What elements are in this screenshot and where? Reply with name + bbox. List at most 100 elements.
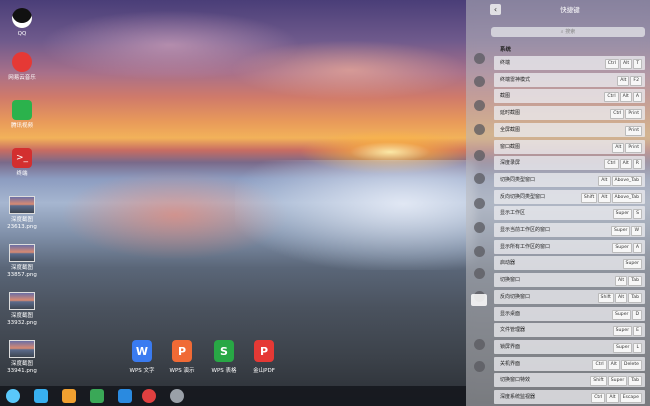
shortcut-keys[interactable]: Super: [622, 259, 642, 270]
account-icon[interactable]: [474, 53, 485, 64]
settings-icon[interactable]: [170, 389, 184, 403]
key-cap: Alt: [617, 75, 630, 86]
key-cap: Ctrl: [591, 393, 606, 403]
shortcut-keys[interactable]: Super L: [612, 342, 642, 353]
desktop-icon[interactable]: 深度截图 33941.png: [2, 340, 42, 375]
shortcut-keys[interactable]: Super D: [611, 309, 642, 320]
shortcut-row[interactable]: 深度录屏 Ctrl Alt R: [494, 156, 645, 171]
desktop-icon-label: 终端: [16, 171, 28, 177]
shortcut-name: 锁屏界面: [500, 343, 521, 350]
personalization-icon[interactable]: [474, 150, 485, 161]
app-store-icon[interactable]: [62, 389, 76, 403]
shortcut-name: 反向切换同类型窗口: [500, 193, 546, 200]
key-cap: Super: [612, 342, 633, 353]
desktop-file-icon[interactable]: W WPS 文字: [122, 340, 162, 374]
section-title: 系统: [500, 47, 512, 53]
search-input[interactable]: ⌕ 搜索: [491, 27, 645, 37]
shortcut-row[interactable]: 终端雷神模式 Alt F2: [494, 72, 645, 87]
shortcut-row[interactable]: 切换窗口 Alt Tab: [494, 273, 645, 288]
shortcut-keys[interactable]: Ctrl Alt T: [604, 59, 642, 69]
desktop-icon[interactable]: 深度截图 33857.png: [2, 244, 42, 279]
default-apps-icon[interactable]: [474, 124, 485, 135]
shortcut-keys[interactable]: Ctrl Alt A: [604, 92, 642, 103]
keyboard-icon[interactable]: [471, 294, 487, 306]
key-cap: Print: [625, 142, 642, 153]
network-icon[interactable]: [474, 173, 485, 184]
shortcut-name: 启动器: [500, 260, 516, 267]
shortcut-row[interactable]: 截图 Ctrl Alt A: [494, 89, 645, 104]
shortcut-row[interactable]: 关机界面 Ctrl Alt Delete: [494, 356, 645, 371]
panel-title: 快捷键: [560, 6, 580, 14]
music-icon[interactable]: [90, 389, 104, 403]
key-cap: Shift: [580, 192, 598, 203]
shortcut-keys[interactable]: Shift Super Tab: [590, 376, 642, 387]
desktop-icon[interactable]: 网易云音乐: [2, 52, 42, 82]
shortcut-row[interactable]: 反向切换窗口 Shift Alt Tab: [494, 289, 645, 304]
shortcut-name: 反向切换窗口: [500, 293, 531, 300]
cloud-icon[interactable]: [474, 76, 485, 87]
shortcut-keys[interactable]: Super E: [612, 326, 642, 337]
datetime-icon[interactable]: [474, 222, 485, 233]
launcher-icon[interactable]: [6, 389, 20, 403]
shortcut-keys[interactable]: Shift Alt Tab: [597, 292, 642, 303]
info-icon[interactable]: [474, 339, 485, 350]
shortcut-keys[interactable]: Alt Print: [612, 142, 642, 153]
shortcut-row[interactable]: 切换窗口特效 Shift Super Tab: [494, 373, 645, 388]
display-icon[interactable]: [474, 100, 485, 111]
shortcut-row[interactable]: 启动器 Super: [494, 256, 645, 271]
shortcut-row[interactable]: 深度系统监视器 Ctrl Alt Escape: [494, 390, 645, 404]
shortcut-keys[interactable]: Super S: [612, 209, 642, 220]
shortcut-row[interactable]: 文件管理器 Super E: [494, 323, 645, 338]
shortcut-keys[interactable]: Alt Tab: [614, 276, 642, 287]
desktop-file-icon[interactable]: S WPS 表格: [204, 340, 244, 374]
power-icon[interactable]: [474, 246, 485, 257]
desktop-icon[interactable]: 深度截图 23613.png: [2, 196, 42, 231]
key-cap: Super: [622, 259, 642, 270]
desktop-file-icon[interactable]: P WPS 演示: [162, 340, 202, 374]
key-cap: Shift: [597, 292, 614, 303]
shortcut-keys[interactable]: Super W: [610, 226, 642, 236]
back-button[interactable]: ‹: [490, 4, 501, 15]
shortcut-keys[interactable]: Alt F2: [617, 75, 642, 86]
sound-icon[interactable]: [474, 198, 485, 209]
key-cap: Ctrl: [610, 109, 625, 120]
shortcut-keys[interactable]: Alt Above_Tab: [598, 175, 642, 186]
video-icon[interactable]: [118, 389, 132, 403]
shortcut-row[interactable]: 显示所有工作区的窗口 Super A: [494, 239, 645, 254]
desktop-icon[interactable]: 腾讯视频: [2, 100, 42, 130]
chrome-icon[interactable]: [142, 389, 156, 403]
shortcut-keys[interactable]: Ctrl Alt Delete: [592, 359, 642, 370]
shortcut-keys[interactable]: Ctrl Alt Escape: [591, 393, 642, 403]
mouse-icon[interactable]: [474, 268, 485, 279]
shortcut-row[interactable]: 显示工作区 Super S: [494, 206, 645, 221]
shortcut-name: 显示当前工作区的窗口: [500, 227, 551, 233]
shortcut-keys[interactable]: Print: [625, 125, 642, 136]
shortcut-keys[interactable]: Shift Alt Above_Tab: [580, 192, 642, 203]
shortcut-row[interactable]: 反向切换同类型窗口 Shift Alt Above_Tab: [494, 189, 645, 204]
desktop-icon[interactable]: >_ 终端: [2, 148, 42, 178]
desktop-icon[interactable]: 深度截图 33932.png: [2, 292, 42, 327]
shortcut-keys[interactable]: Ctrl Alt R: [604, 159, 642, 170]
shortcut-row[interactable]: 显示桌面 Super D: [494, 306, 645, 321]
shortcut-keys[interactable]: Super A: [612, 242, 642, 253]
general-icon[interactable]: [474, 361, 485, 372]
key-cap: Escape: [619, 393, 642, 403]
desktop-icon[interactable]: QQ: [2, 8, 42, 38]
shortcut-keys[interactable]: Ctrl Print: [610, 109, 642, 120]
shortcut-row[interactable]: 切换同类型窗口 Alt Above_Tab: [494, 172, 645, 187]
file-manager-icon[interactable]: [34, 389, 48, 403]
key-cap: Ctrl: [592, 359, 607, 370]
shortcut-row[interactable]: 锁屏界面 Super L: [494, 339, 645, 354]
shortcut-row[interactable]: 终端 Ctrl Alt T: [494, 56, 645, 70]
shortcut-row[interactable]: 延时截图 Ctrl Print: [494, 106, 645, 121]
key-cap: T: [633, 59, 642, 69]
key-cap: Above_Tab: [611, 192, 642, 203]
shortcut-row[interactable]: 显示当前工作区的窗口 Super W: [494, 223, 645, 237]
desktop-file-icon[interactable]: P 金山PDF: [244, 340, 284, 374]
key-cap: A: [632, 92, 642, 103]
key-cap: Ctrl: [604, 59, 619, 69]
shortcut-row[interactable]: 全屏截图 Print: [494, 122, 645, 137]
shortcut-row[interactable]: 窗口截图 Alt Print: [494, 139, 645, 154]
key-cap: Print: [625, 109, 642, 120]
image-thumbnail: [9, 244, 35, 262]
